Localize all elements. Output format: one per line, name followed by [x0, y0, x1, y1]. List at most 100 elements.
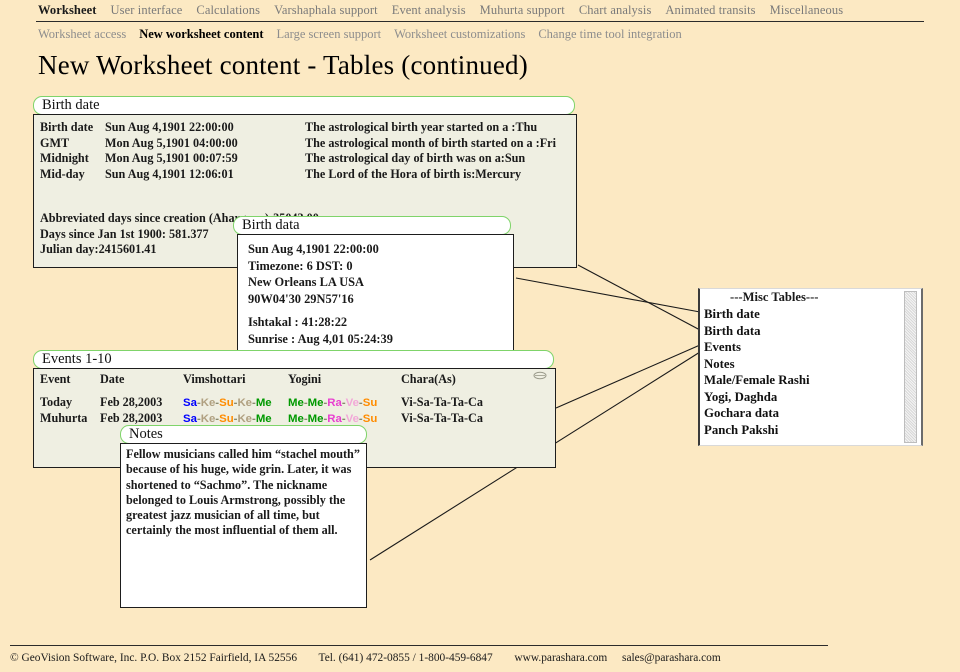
birth-data-title: Birth data [242, 217, 300, 233]
events-column-header: Event [40, 372, 71, 386]
dasha-lord: Sa [183, 413, 197, 425]
notes-body: Fellow musicians called him “stachel mou… [120, 443, 367, 608]
events-column-header: Vimshottari [183, 372, 246, 386]
birth-date-titlebar[interactable]: Birth date [33, 96, 575, 115]
dasha-lord: Ve [345, 413, 359, 425]
birth-date-row-note: The astrological month of birth started … [305, 135, 556, 150]
misc-tables-item-2[interactable]: Events [700, 339, 921, 356]
misc-tables-item-3[interactable]: Notes [700, 356, 921, 373]
birth-date-row-label: GMT [40, 135, 70, 150]
resize-handle-icon[interactable] [533, 371, 547, 380]
nav-secondary-item-2[interactable]: Large screen support [276, 27, 381, 42]
birth-data-titlebar[interactable]: Birth data [233, 216, 511, 235]
birth-date-row-value: Mon Aug 5,1901 04:00:00 [105, 135, 238, 150]
nav-primary-item-1[interactable]: User interface [111, 3, 183, 18]
birth-date-row-label: Mid-day [40, 166, 85, 181]
nav-primary-item-4[interactable]: Event analysis [392, 3, 466, 18]
misc-tables-item-6[interactable]: Gochara data [700, 405, 921, 422]
events-column-header: Date [100, 372, 125, 386]
nav-divider [36, 21, 924, 22]
birth-data-line: Sunrise : Aug 4,01 05:24:39 [248, 331, 393, 346]
notes-title: Notes [129, 426, 163, 442]
dasha-lord: Sa [183, 396, 197, 409]
nav-secondary-item-0[interactable]: Worksheet access [38, 27, 126, 42]
events-titlebar[interactable]: Events 1-10 [33, 350, 554, 369]
nav-primary-item-7[interactable]: Animated transits [665, 3, 755, 18]
footer-website[interactable]: www.parashara.com [514, 652, 607, 664]
nav-primary-item-2[interactable]: Calculations [196, 3, 260, 18]
birth-data-line: Ishtakal : 41:28:22 [248, 315, 348, 329]
events-cell-event: Muhurta [40, 411, 88, 425]
birth-date-row-value: Mon Aug 5,1901 00:07:59 [105, 151, 238, 165]
events-header-row: Event Date Vimshottari Yogini Chara(As) [40, 372, 552, 388]
notes-titlebar[interactable]: Notes [120, 425, 367, 444]
dasha-lord: Ve [345, 396, 359, 409]
dasha-lord: Su [362, 396, 378, 409]
nav-secondary-item-4[interactable]: Change time tool integration [538, 27, 681, 42]
yogini-dasha: Me-Me-Ra-Ve-Su [288, 397, 377, 409]
misc-tables-item-0[interactable]: Birth date [700, 306, 921, 323]
birth-date-row-value: Sun Aug 4,1901 12:06:01 [105, 166, 234, 181]
nav-primary-item-8[interactable]: Miscellaneous [770, 3, 844, 18]
nav-secondary-item-3[interactable]: Worksheet customizations [394, 27, 525, 42]
misc-tables-list[interactable]: ---Misc Tables--- Birth date Birth data Ev… [698, 288, 923, 446]
primary-nav: Worksheet User interface Calculations Varsh… [0, 0, 960, 20]
dasha-lord: Ra [327, 413, 342, 425]
nav-primary-item-6[interactable]: Chart analysis [579, 3, 652, 18]
birth-date-row-value: Sun Aug 4,1901 22:00:00 [105, 120, 234, 134]
birth-date-row-note: The Lord of the Hora of birth is:Mercury [305, 166, 522, 181]
connector-events [555, 344, 701, 409]
events-cell-yogini: Me-Me-Ra-Ve-Su [288, 395, 401, 412]
vimshottari-dasha: Sa-Ke-Su-Ke-Me [183, 413, 272, 425]
dasha-lord: Me [255, 413, 272, 425]
footer-company: © GeoVision Software, Inc. P.O. Box 2152… [10, 652, 298, 664]
dasha-lord: Me [307, 396, 324, 409]
footer-phone: Tel. (641) 472-0855 / 1-800-459-6847 [318, 652, 493, 664]
nav-primary-item-3[interactable]: Varshaphala support [274, 3, 378, 18]
yogini-dasha: Me-Me-Ra-Ve-Su [288, 413, 377, 425]
misc-tables-item-5[interactable]: Yogi, Daghda [700, 389, 921, 406]
vimshottari-dasha: Sa-Ke-Su-Ke-Me [183, 397, 272, 409]
page-root: Worksheet User interface Calculations Varsh… [0, 0, 960, 672]
dasha-lord: Me [255, 396, 272, 409]
events-cell-event: Today [40, 394, 73, 409]
events-cell-chara: Vi-Sa-Ta-Ta-Ca [401, 394, 483, 409]
dasha-lord: Su [219, 396, 234, 409]
dasha-lord: Ra [327, 396, 342, 409]
events-table-row[interactable]: Today Feb 28,2003 Sa-Ke-Su-Ke-Me Me-Me-Ra-V… [40, 395, 552, 412]
birth-date-row-label: Midnight [40, 151, 89, 165]
dasha-lord: Ke [200, 396, 216, 409]
nav-secondary-item-1[interactable]: New worksheet content [139, 27, 263, 42]
birth-data-line: Sun Aug 4,1901 22:00:00 [248, 242, 379, 256]
birth-date-row-note: The astrological day of birth was on a:S… [305, 151, 526, 165]
dasha-lord: Ke [237, 396, 253, 409]
secondary-nav: Worksheet access New worksheet content Lar… [0, 24, 960, 44]
birth-date-row-note: The astrological birth year started on a… [305, 120, 538, 134]
birth-data-line: Timezone: 6 DST: 0 [248, 258, 353, 273]
footer: © GeoVision Software, Inc. P.O. Box 2152… [10, 652, 721, 664]
misc-tables-item-4[interactable]: Male/Female Rashi [700, 372, 921, 389]
nav-primary-item-5[interactable]: Muhurta support [480, 3, 565, 18]
birth-data-body: Sun Aug 4,1901 22:00:00 Timezone: 6 DST: … [237, 234, 514, 356]
events-table: Event Date Vimshottari Yogini Chara(As) Today… [40, 372, 552, 428]
birth-date-row: Mid-day Sun Aug 4,1901 12:06:01 The Lord o… [40, 167, 574, 183]
birth-data-lines: Sun Aug 4,1901 22:00:00 Timezone: 6 DST: … [248, 241, 393, 347]
birth-date-row-label: Birth date [40, 120, 94, 134]
birth-date-title: Birth date [42, 97, 100, 113]
connector-birth-date [577, 264, 701, 331]
misc-tables-item-7[interactable]: Panch Pakshi [700, 422, 921, 439]
events-cell-chara: Vi-Sa-Ta-Ta-Ca [401, 411, 483, 425]
misc-tables-item-1[interactable]: Birth data [700, 323, 921, 340]
birth-date-rows: Birth date Sun Aug 4,1901 22:00:00 The ast… [40, 120, 574, 182]
connector-birth-data [515, 277, 701, 313]
notes-text: Fellow musicians called him “stachel mou… [126, 447, 360, 538]
misc-tables-header: ---Misc Tables--- [730, 290, 819, 304]
events-column-header: Chara(As) [401, 372, 456, 386]
misc-tables-scrollbar[interactable] [904, 291, 917, 443]
page-title: New Worksheet content - Tables (continue… [38, 50, 528, 80]
footer-email[interactable]: sales@parashara.com [622, 652, 721, 664]
dasha-lord: Me [307, 413, 324, 425]
nav-primary-item-0[interactable]: Worksheet [38, 3, 97, 18]
dasha-lord: Me [288, 413, 304, 425]
dasha-lord: Su [219, 413, 234, 425]
